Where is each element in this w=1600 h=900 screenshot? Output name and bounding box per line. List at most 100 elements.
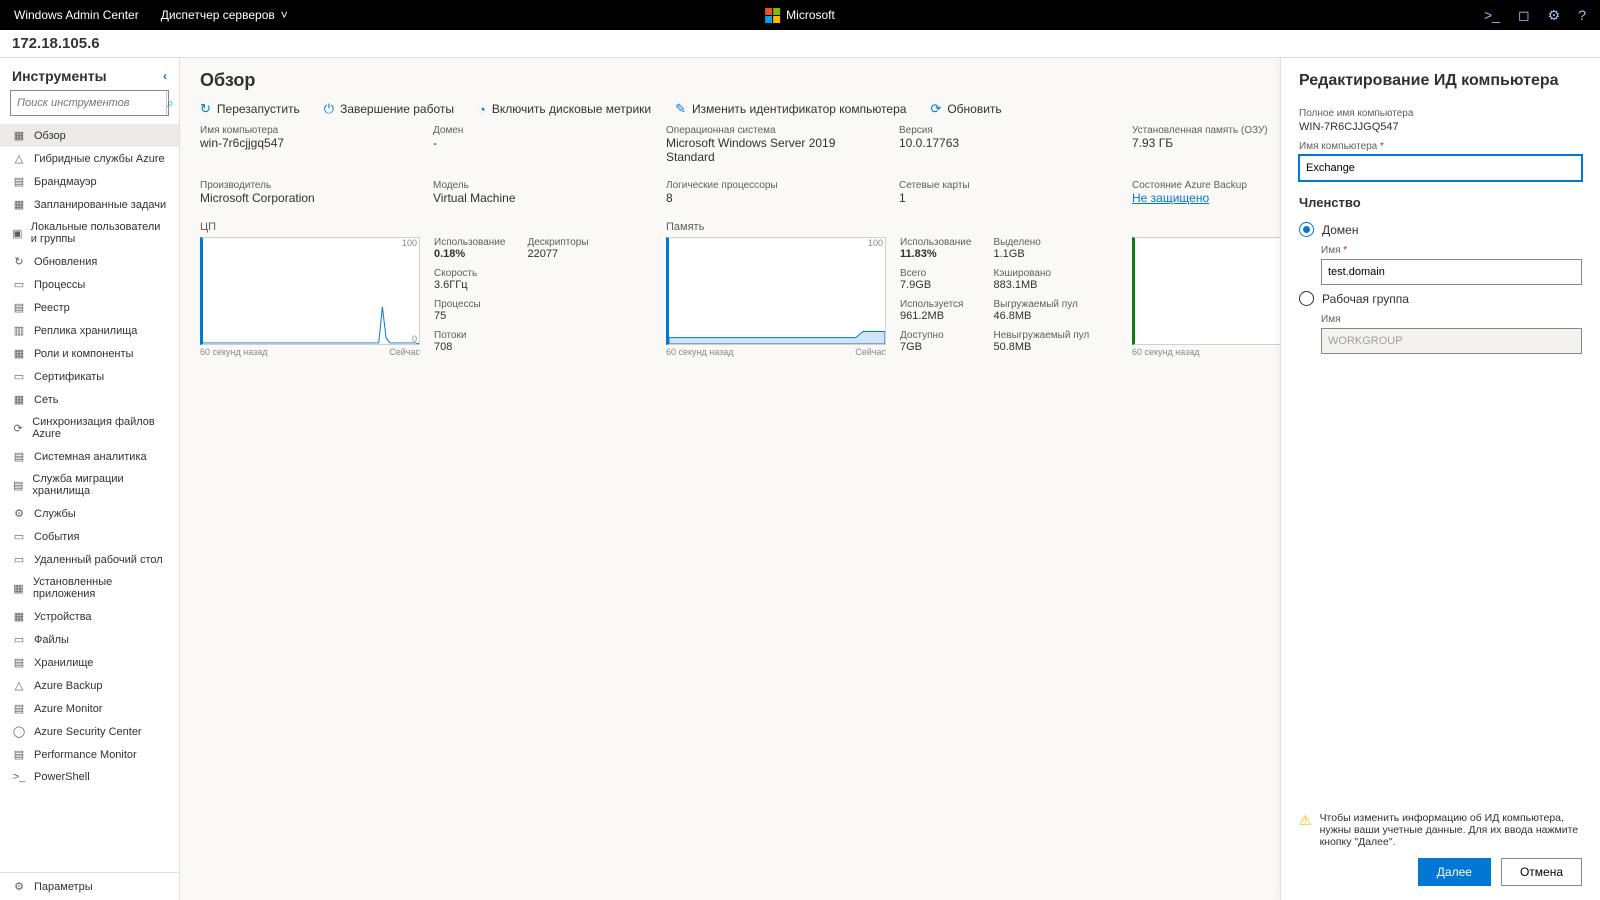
radio-unchecked-icon	[1299, 291, 1314, 306]
tool-icon: ▦	[12, 129, 26, 142]
panel-warning: ⚠ Чтобы изменить информацию об ИД компью…	[1299, 812, 1582, 848]
workgroup-radio[interactable]: Рабочая группа	[1299, 291, 1582, 306]
content: Обзор ↻Перезапустить ⏻Завершение работы …	[180, 58, 1600, 900]
tool-icon: ▭	[12, 278, 26, 291]
sidebar-item-20[interactable]: ▭Файлы	[0, 628, 179, 651]
sidebar-item-25[interactable]: ▤Performance Monitor	[0, 743, 179, 766]
panel-title: Редактирование ИД компьютера	[1299, 72, 1582, 90]
domain-name-input[interactable]	[1321, 259, 1582, 285]
sidebar-item-18[interactable]: ▦Установленные приложения	[0, 571, 179, 605]
fact-version: 10.0.17763	[899, 136, 1114, 150]
mem-chart: 1000	[666, 237, 886, 345]
sidebar-item-1[interactable]: △Гибридные службы Azure	[0, 147, 179, 170]
tool-icon: ▦	[12, 582, 25, 595]
tool-icon: ▤	[12, 175, 26, 188]
gear-icon: ⚙	[12, 880, 26, 893]
tool-icon: ▥	[12, 324, 26, 337]
console-icon[interactable]: >_	[1484, 7, 1500, 23]
edit-computer-id-panel: Редактирование ИД компьютера Полное имя …	[1280, 58, 1600, 900]
computer-name-input[interactable]	[1299, 155, 1582, 181]
tool-icon: ◯	[12, 725, 26, 738]
tool-icon: ▤	[12, 656, 26, 669]
warning-icon: ⚠	[1299, 812, 1312, 848]
mem-metrics: Использование11.83% Выделено1.1GB Всего7…	[900, 237, 1089, 359]
tool-icon: ▤	[12, 748, 26, 761]
sidebar-item-16[interactable]: ▭События	[0, 525, 179, 548]
tool-icon: ▦	[12, 610, 26, 623]
tool-icon: ▤	[12, 479, 24, 492]
sidebar-item-22[interactable]: △Azure Backup	[0, 674, 179, 697]
tool-icon: △	[12, 152, 26, 165]
fact-domain: -	[433, 136, 648, 150]
sidebar-title: Инструменты	[12, 68, 107, 84]
fact-computer-name: win-7r6cjjgq547	[200, 136, 415, 150]
cancel-button[interactable]: Отмена	[1501, 858, 1582, 886]
app-title: Windows Admin Center	[14, 8, 139, 22]
sidebar-settings[interactable]: ⚙ Параметры	[0, 873, 179, 900]
edit-icon: ✎	[675, 101, 686, 117]
sidebar-item-4[interactable]: ▣Локальные пользователи и группы	[0, 216, 179, 250]
sidebar-item-12[interactable]: ⟳Синхронизация файлов Azure	[0, 411, 179, 445]
cpu-chart-title: ЦП	[200, 221, 648, 233]
domain-radio[interactable]: Домен	[1299, 222, 1582, 237]
restart-icon: ↻	[200, 101, 211, 117]
refresh-icon: ⟳	[930, 101, 941, 117]
sidebar-item-0[interactable]: ▦Обзор	[0, 124, 179, 147]
sidebar-item-26[interactable]: >_PowerShell	[0, 766, 179, 788]
disk-icon: ◔	[478, 102, 486, 117]
tool-icon: ▭	[12, 633, 26, 646]
sidebar-item-5[interactable]: ↻Обновления	[0, 250, 179, 273]
tool-icon: >_	[12, 771, 26, 783]
sidebar-item-11[interactable]: ▦Сеть	[0, 388, 179, 411]
tool-icon: ▦	[12, 347, 26, 360]
sidebar-item-17[interactable]: ▭Удаленный рабочий стол	[0, 548, 179, 571]
search-input[interactable]	[11, 97, 166, 109]
tool-icon: ▤	[12, 702, 26, 715]
search-icon[interactable]: ⌕	[166, 91, 174, 115]
edit-computer-id-button[interactable]: ✎Изменить идентификатор компьютера	[675, 101, 906, 117]
sidebar-item-21[interactable]: ▤Хранилище	[0, 651, 179, 674]
sidebar-item-7[interactable]: ▤Реестр	[0, 296, 179, 319]
help-icon[interactable]: ?	[1578, 7, 1586, 23]
sidebar-item-8[interactable]: ▥Реплика хранилища	[0, 319, 179, 342]
next-button[interactable]: Далее	[1418, 858, 1491, 886]
sidebar-item-9[interactable]: ▦Роли и компоненты	[0, 342, 179, 365]
disk-metrics-button[interactable]: ◔Включить дисковые метрики	[478, 102, 651, 117]
notifications-icon[interactable]: ◻	[1518, 7, 1530, 24]
power-icon: ⏻	[324, 101, 334, 117]
tool-icon: ⚙	[12, 507, 26, 520]
tool-icon: ▦	[12, 393, 26, 406]
cpu-chart: 1000	[200, 237, 420, 345]
microsoft-logo-icon	[765, 8, 780, 23]
sidebar-item-19[interactable]: ▦Устройства	[0, 605, 179, 628]
brand: Microsoft	[765, 8, 835, 23]
sidebar-item-2[interactable]: ▤Брандмауэр	[0, 170, 179, 193]
sidebar-item-13[interactable]: ▤Системная аналитика	[0, 445, 179, 468]
topbar: Windows Admin Center Диспетчер серверов …	[0, 0, 1600, 30]
sidebar-item-6[interactable]: ▭Процессы	[0, 273, 179, 296]
workgroup-name-input	[1321, 328, 1582, 354]
sidebar-item-14[interactable]: ▤Служба миграции хранилища	[0, 468, 179, 502]
sidebar-item-23[interactable]: ▤Azure Monitor	[0, 697, 179, 720]
chevron-down-icon: ˅	[281, 8, 288, 22]
settings-gear-icon[interactable]: ⚙	[1548, 7, 1561, 24]
shutdown-button[interactable]: ⏻Завершение работы	[324, 101, 454, 117]
tool-icon: ▦	[12, 198, 26, 211]
sidebar-item-15[interactable]: ⚙Службы	[0, 502, 179, 525]
tool-icon: △	[12, 679, 26, 692]
search-tools[interactable]: ⌕	[10, 90, 169, 116]
restart-button[interactable]: ↻Перезапустить	[200, 101, 300, 117]
collapse-sidebar-icon[interactable]: ‹	[163, 69, 167, 83]
server-header: 172.18.105.6	[0, 30, 1600, 58]
refresh-button[interactable]: ⟳Обновить	[930, 101, 1001, 117]
sidebar-item-3[interactable]: ▦Запланированные задачи	[0, 193, 179, 216]
mem-chart-title: Память	[666, 221, 1114, 233]
fact-os: Microsoft Windows Server 2019 Standard	[666, 136, 881, 164]
sidebar-item-10[interactable]: ▭Сертификаты	[0, 365, 179, 388]
sidebar-item-24[interactable]: ◯Azure Security Center	[0, 720, 179, 743]
nav-dropdown[interactable]: Диспетчер серверов ˅	[161, 8, 288, 22]
tool-icon: ▤	[12, 301, 26, 314]
tool-icon: ⟳	[12, 422, 24, 435]
server-ip: 172.18.105.6	[12, 35, 100, 52]
membership-section: Членство	[1299, 195, 1582, 210]
